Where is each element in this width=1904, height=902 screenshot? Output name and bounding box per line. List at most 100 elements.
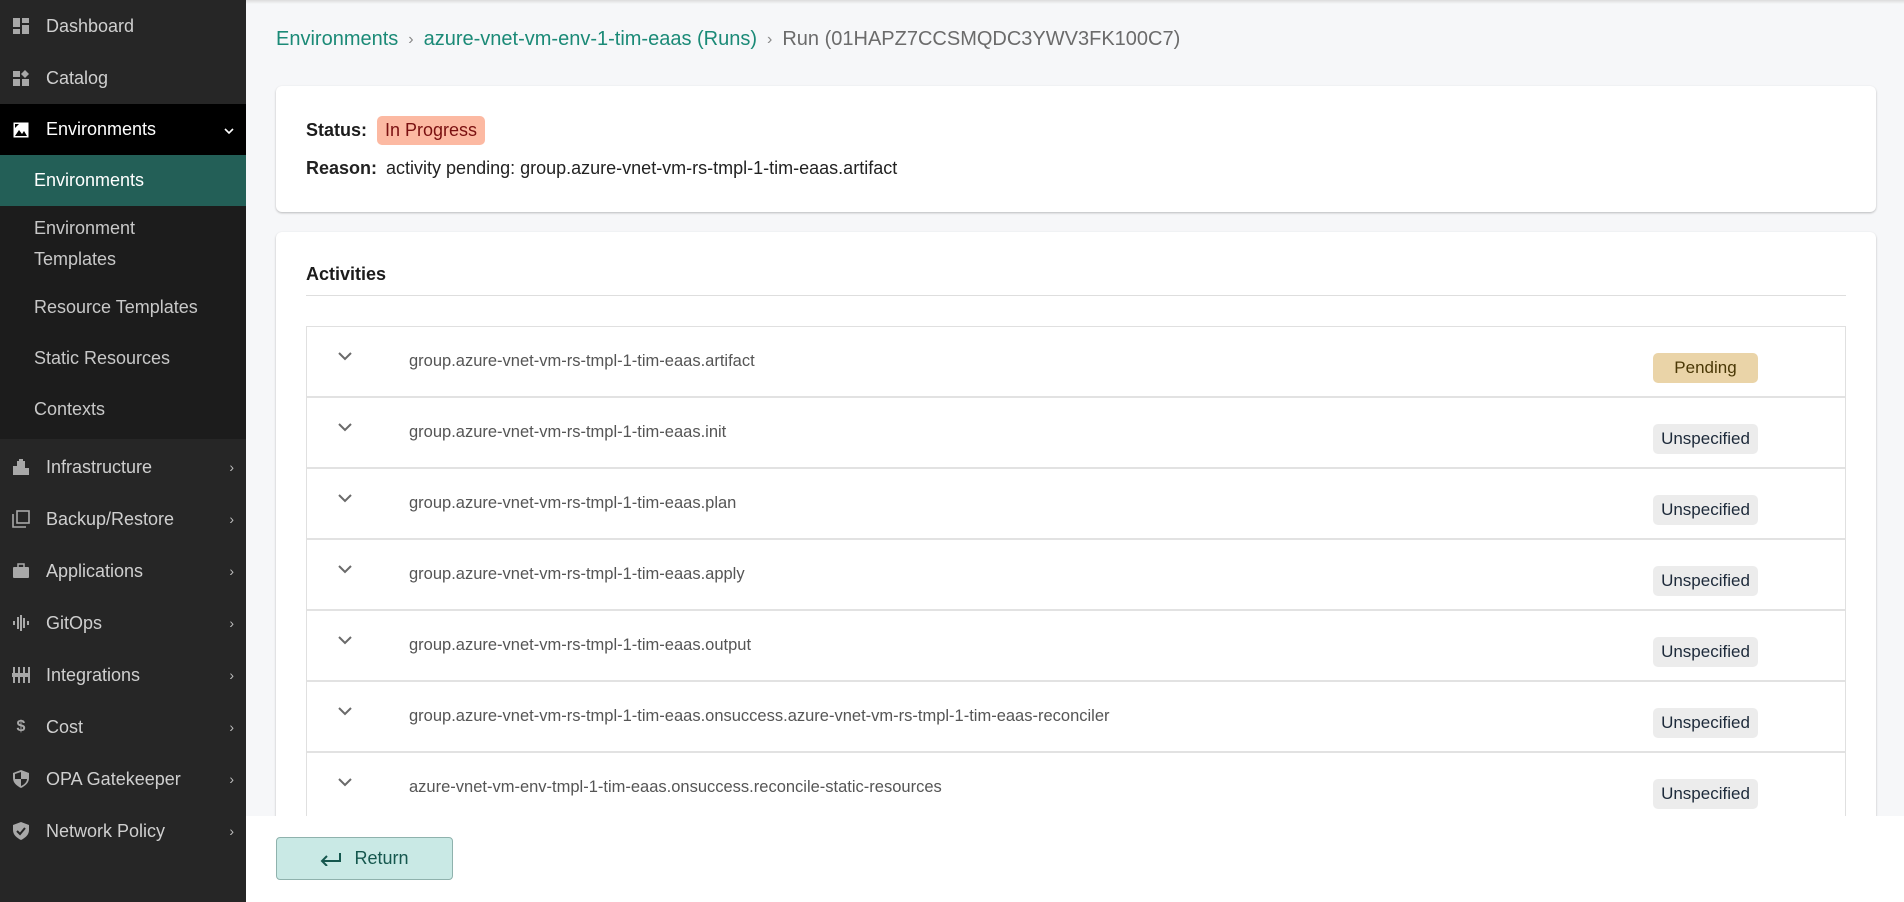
- activity-row[interactable]: group.azure-vnet-vm-rs-tmpl-1-tim-eaas.o…: [307, 682, 1845, 753]
- activity-row[interactable]: group.azure-vnet-vm-rs-tmpl-1-tim-eaas.a…: [307, 540, 1845, 611]
- sidebar-item-label: Network Policy: [46, 820, 166, 841]
- main-content: Environments › azure-vnet-vm-env-1-tim-e…: [246, 0, 1904, 902]
- activities-list: group.azure-vnet-vm-rs-tmpl-1-tim-eaas.a…: [306, 326, 1846, 824]
- expand-chevron-icon[interactable]: [337, 635, 357, 645]
- expand-chevron-icon[interactable]: [337, 493, 357, 503]
- sidebar-subitem-resource-templates[interactable]: Resource Templates: [0, 282, 246, 333]
- activity-name: group.azure-vnet-vm-rs-tmpl-1-tim-eaas.o…: [409, 636, 752, 654]
- activity-status-badge: Unspecified: [1653, 566, 1758, 596]
- copy-icon: [12, 510, 30, 528]
- breadcrumb-environment-runs[interactable]: azure-vnet-vm-env-1-tim-eaas (Runs): [424, 28, 757, 51]
- expand-chevron-icon[interactable]: [337, 777, 357, 787]
- sidebar-subitem-label: Environment Templates: [34, 218, 136, 269]
- chevron-down-icon: [224, 122, 234, 138]
- activity-name: group.azure-vnet-vm-rs-tmpl-1-tim-eaas.p…: [409, 494, 737, 512]
- reason-text: activity pending: group.azure-vnet-vm-rs…: [386, 158, 898, 178]
- footer-bar: Return: [246, 816, 1904, 902]
- sidebar-item-network-policy[interactable]: Network Policy ›: [0, 805, 246, 857]
- expand-chevron-icon[interactable]: [337, 564, 357, 574]
- breadcrumb-separator: ›: [408, 30, 414, 48]
- sidebar-item-opa-gatekeeper[interactable]: OPA Gatekeeper ›: [0, 753, 246, 805]
- chevron-right-icon: ›: [229, 563, 234, 579]
- activity-row[interactable]: azure-vnet-vm-env-tmpl-1-tim-eaas.onsucc…: [307, 753, 1845, 824]
- sidebar-subitem-contexts[interactable]: Contexts: [0, 384, 246, 435]
- breadcrumb: Environments › azure-vnet-vm-env-1-tim-e…: [276, 28, 1180, 51]
- expand-chevron-icon[interactable]: [337, 706, 357, 716]
- sidebar-item-label: Catalog: [46, 67, 109, 88]
- waveform-icon: [12, 614, 30, 632]
- briefcase-icon: [12, 562, 30, 580]
- activity-name: group.azure-vnet-vm-rs-tmpl-1-tim-eaas.o…: [409, 707, 1110, 725]
- sidebar-item-applications[interactable]: Applications ›: [0, 545, 246, 597]
- sidebar-item-label: Cost: [46, 716, 84, 737]
- return-label: Return: [354, 848, 409, 868]
- activity-name: group.azure-vnet-vm-rs-tmpl-1-tim-eaas.a…: [409, 352, 755, 370]
- activity-row[interactable]: group.azure-vnet-vm-rs-tmpl-1-tim-eaas.i…: [307, 398, 1845, 469]
- activity-status-badge: Unspecified: [1653, 424, 1758, 454]
- activity-name: group.azure-vnet-vm-rs-tmpl-1-tim-eaas.a…: [409, 565, 745, 583]
- breadcrumb-separator: ›: [767, 30, 773, 48]
- return-arrow-icon: [320, 852, 342, 866]
- activity-status-badge: Unspecified: [1653, 779, 1758, 809]
- activity-status-badge: Unspecified: [1653, 708, 1758, 738]
- chevron-right-icon: ›: [229, 719, 234, 735]
- chevron-right-icon: ›: [229, 511, 234, 527]
- sidebar-item-label: Integrations: [46, 664, 141, 685]
- sidebar-item-dashboard[interactable]: Dashboard: [0, 0, 246, 52]
- shield-half-icon: [12, 770, 30, 788]
- sidebar-item-gitops[interactable]: GitOps ›: [0, 597, 246, 649]
- dollar-icon: $: [16, 718, 26, 735]
- sidebar: Dashboard Catalog Environments Environme…: [0, 0, 246, 902]
- sidebar-item-backup-restore[interactable]: Backup/Restore ›: [0, 493, 246, 545]
- sidebar-item-cost[interactable]: $ Cost ›: [0, 701, 246, 753]
- activities-title: Activities: [306, 264, 387, 284]
- sidebar-item-label: Backup/Restore: [46, 508, 175, 529]
- activity-name: azure-vnet-vm-env-tmpl-1-tim-eaas.onsucc…: [409, 778, 942, 796]
- chevron-right-icon: ›: [229, 771, 234, 787]
- divider: [306, 295, 1846, 296]
- sidebar-item-infrastructure[interactable]: Infrastructure ›: [0, 441, 246, 493]
- activity-name: group.azure-vnet-vm-rs-tmpl-1-tim-eaas.i…: [409, 423, 727, 441]
- activity-row[interactable]: group.azure-vnet-vm-rs-tmpl-1-tim-eaas.a…: [307, 327, 1845, 398]
- top-shadow: [246, 0, 1904, 4]
- return-button[interactable]: Return: [276, 837, 453, 880]
- activity-row[interactable]: group.azure-vnet-vm-rs-tmpl-1-tim-eaas.o…: [307, 611, 1845, 682]
- sidebar-item-label: Environments: [46, 119, 157, 139]
- sidebar-item-environments[interactable]: Environments: [0, 104, 246, 155]
- activity-row[interactable]: group.azure-vnet-vm-rs-tmpl-1-tim-eaas.p…: [307, 469, 1845, 540]
- activity-status-badge: Unspecified: [1653, 495, 1758, 525]
- sidebar-lower-group: Infrastructure › Backup/Restore › Applic…: [0, 439, 246, 857]
- breadcrumb-current-run: Run (01HAPZ7CCSMQDC3YWV3FK100C7): [782, 28, 1181, 50]
- chevron-right-icon: ›: [229, 667, 234, 683]
- sidebar-item-label: OPA Gatekeeper: [46, 768, 181, 789]
- reason-row: Reason: activity pending: group.azure-vn…: [306, 158, 897, 179]
- sliders-icon: [12, 666, 30, 684]
- sidebar-item-label: Applications: [46, 560, 144, 581]
- environments-submenu: Environments Environment Templates Resou…: [0, 155, 246, 439]
- chevron-right-icon: ›: [229, 459, 234, 475]
- breadcrumb-environments[interactable]: Environments: [276, 28, 398, 51]
- chevron-right-icon: ›: [229, 823, 234, 839]
- expand-chevron-icon[interactable]: [337, 351, 357, 361]
- image-icon: [12, 121, 30, 139]
- activity-status-badge: Unspecified: [1653, 637, 1758, 667]
- status-label: Status:: [306, 120, 368, 140]
- status-card: Status: In Progress Reason: activity pen…: [276, 86, 1876, 212]
- sidebar-subitem-environments[interactable]: Environments: [0, 155, 246, 206]
- sidebar-item-label: Dashboard: [46, 15, 135, 36]
- building-icon: [12, 458, 30, 476]
- reason-label: Reason:: [306, 158, 378, 178]
- expand-chevron-icon[interactable]: [337, 422, 357, 432]
- sidebar-item-integrations[interactable]: Integrations ›: [0, 649, 246, 701]
- catalog-icon: [12, 69, 30, 87]
- sidebar-item-catalog[interactable]: Catalog: [0, 52, 246, 104]
- dashboard-icon: [12, 17, 30, 35]
- activity-status-badge: Pending: [1653, 353, 1758, 383]
- shield-check-icon: [12, 822, 30, 840]
- activities-card: Activities group.azure-vnet-vm-rs-tmpl-1…: [276, 232, 1876, 832]
- status-row: Status: In Progress: [306, 116, 486, 145]
- sidebar-item-label: Infrastructure: [46, 456, 153, 477]
- sidebar-subitem-static-resources[interactable]: Static Resources: [0, 333, 246, 384]
- status-badge: In Progress: [377, 116, 486, 145]
- sidebar-subitem-environment-templates[interactable]: Environment Templates: [0, 206, 246, 282]
